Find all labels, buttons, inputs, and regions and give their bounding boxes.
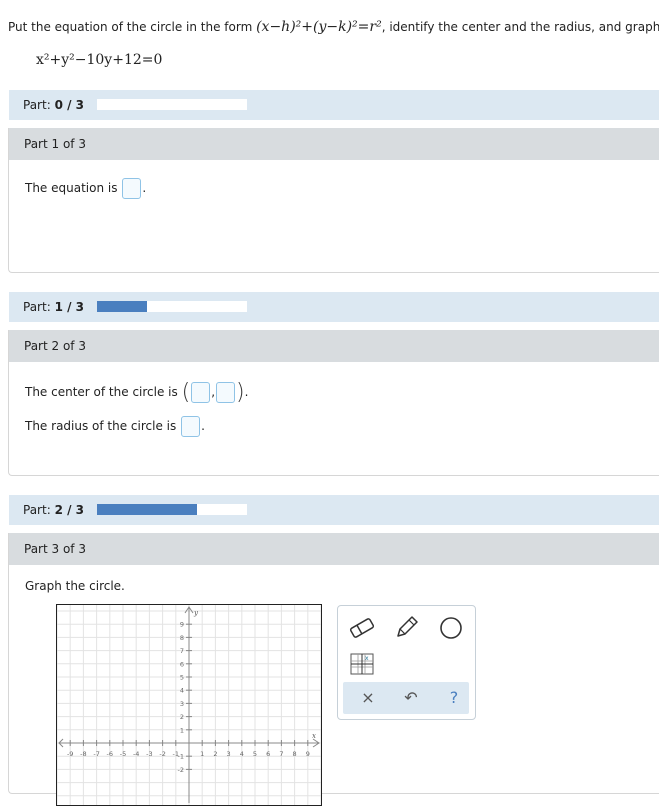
part-progress-value: 1 / 3 [54,300,84,314]
close-paren: ) [236,380,245,405]
radius-period: . [201,419,205,433]
progress-fill [97,504,198,515]
equation-answer-label: The equation is [25,181,118,195]
undo-button[interactable]: ↶ [396,682,426,714]
center-answer-line: The center of the circle is (,). [25,380,248,405]
x-tick-label: -8 [80,750,86,758]
y-tick-label: 3 [180,700,184,708]
y-axis-label: y [193,609,199,617]
x-tick-label: 9 [306,750,310,758]
x-tick-label: 5 [253,750,257,758]
progress-track [97,301,247,312]
equation-period: . [142,181,147,195]
radius-answer-line: The radius of the circle is . [25,416,205,437]
equation-answer-input[interactable] [122,178,142,199]
radius-answer-label: The radius of the circle is [25,419,177,433]
center-x-input[interactable] [191,382,211,403]
prompt-text-after: , identify the center and the radius, an… [381,20,659,34]
x-tick-label: 3 [227,750,231,758]
circle-icon[interactable] [438,615,464,645]
part-1-title: Part 1 of 3 [9,128,659,160]
y-tick-label: 9 [180,621,184,629]
given-equation: x²+y²−10y+12=0 [36,52,163,68]
x-tick-label: -7 [93,750,99,758]
graph-toolbox: x × ↶ ? [337,605,476,720]
x-tick-label: 6 [266,750,270,758]
x-tick-label: -9 [67,750,73,758]
graph-instruction: Graph the circle. [25,579,125,593]
eraser-icon[interactable] [348,616,376,644]
graph-canvas[interactable]: -9 -8 -7 -6 -5 -4 -3 -2 -1 1 2 3 4 5 6 7 8 9 9 8 7 6 5 4 3 2 1 -1 -2… [56,597,322,809]
x-tick-label: 7 [279,750,283,758]
part-2-panel: Part 2 of 3 The center of the circle is … [8,330,659,476]
grid-icon[interactable]: x [350,653,374,679]
progress-track [97,99,247,110]
radius-input[interactable] [181,416,201,437]
x-tick-label: -2 [159,750,165,758]
y-tick-label: 4 [180,687,184,695]
help-button[interactable]: ? [439,682,469,714]
x-tick-label: -4 [133,750,139,758]
progress-fill [97,301,147,312]
pencil-icon[interactable] [394,614,420,644]
part-progress-label: Part: [23,300,51,314]
x-tick-label: -3 [146,750,152,758]
x-tick-label: 1 [200,750,204,758]
y-tick-label: 6 [180,660,184,668]
part-progress-value: 0 / 3 [54,98,84,112]
part-progress-label: Part: [23,98,51,112]
y-tick-label: 5 [180,674,184,682]
x-tick-label: 2 [213,750,217,758]
equation-answer-line: The equation is . [25,178,146,199]
x-tick-label: 4 [240,750,244,758]
open-paren: ( [181,380,191,405]
question-prompt: Put the equation of the circle in the fo… [8,19,659,35]
x-tick-label: -6 [107,750,113,758]
x-tick-label: 8 [293,750,297,758]
part-progress-value: 2 / 3 [54,503,84,517]
center-comma: , [211,385,216,399]
circle-form-expression: (x−h)²+(y−k)²=r² [256,19,382,35]
part-3-title: Part 3 of 3 [9,533,659,565]
center-answer-label: The center of the circle is [25,385,178,399]
y-tick-label: 2 [180,713,184,721]
part-1-panel: Part 1 of 3 The equation is . [8,128,659,273]
prompt-text-before: Put the equation of the circle in the fo… [8,20,257,34]
y-tick-label: -2 [178,766,184,774]
part-progress-bar: Part: 2 / 3 [9,495,659,525]
graph-svg[interactable]: -9 -8 -7 -6 -5 -4 -3 -2 -1 1 2 3 4 5 6 7 8 9987654321-1-2… [56,597,322,809]
svg-text:x: x [365,655,369,662]
part-progress-bar: Part: 0 / 3 [9,90,659,120]
progress-track [97,504,247,515]
part-2-title: Part 2 of 3 [9,330,659,362]
y-tick-label: 7 [180,647,184,655]
y-tick-label: -1 [178,753,184,761]
y-tick-label: 8 [180,634,184,642]
x-tick-label: -5 [120,750,126,758]
center-y-input[interactable] [216,382,236,403]
x-axis-label: x [312,732,316,740]
y-tick-label: 1 [180,726,184,734]
center-period: . [244,385,249,399]
clear-button[interactable]: × [353,682,383,714]
part-progress-label: Part: [23,503,51,517]
part-progress-bar: Part: 1 / 3 [9,292,659,322]
toolbox-action-bar: × ↶ ? [343,682,469,714]
